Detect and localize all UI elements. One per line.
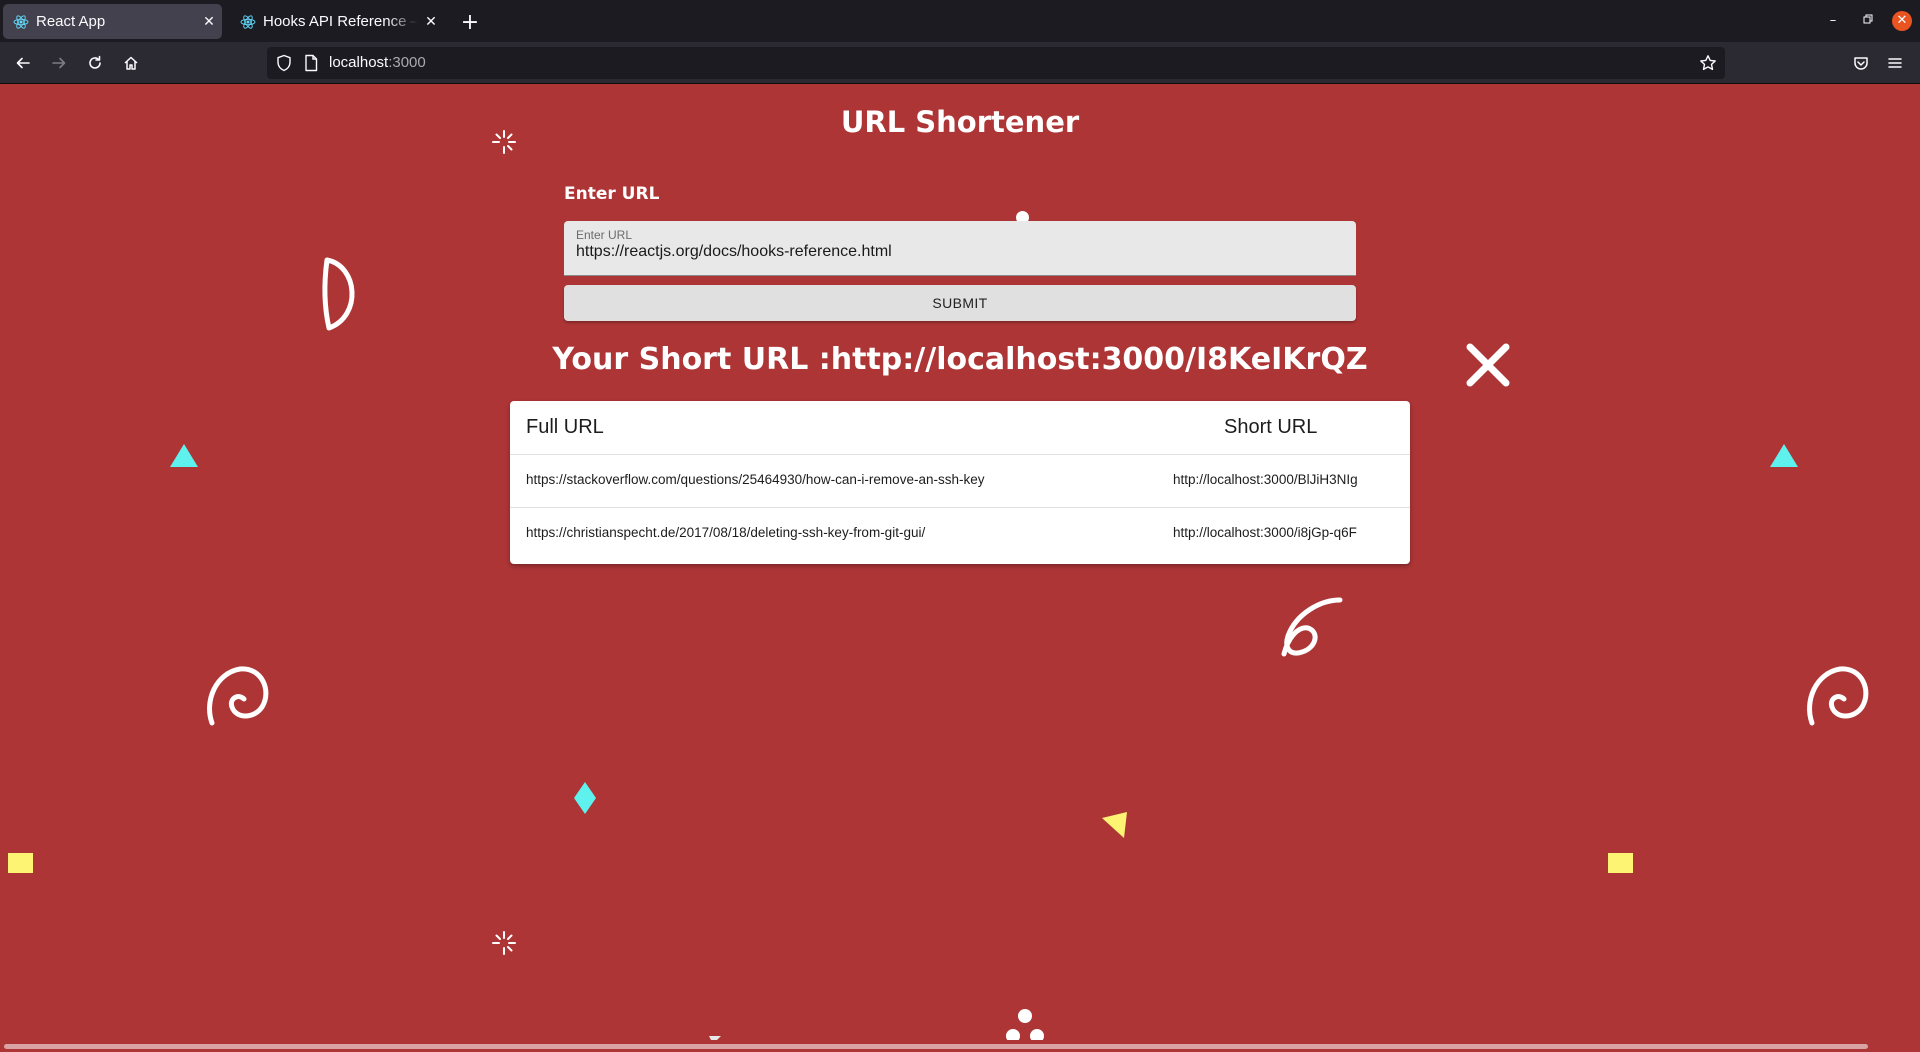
back-arrow-icon[interactable] — [9, 49, 37, 77]
restore-icon[interactable] — [1857, 10, 1879, 32]
full-url-cell: https://stackoverflow.com/questions/2546… — [526, 472, 985, 487]
sparkle-confetti-icon — [492, 931, 516, 955]
horizontal-scrollbar[interactable] — [0, 1040, 1920, 1052]
page-icon[interactable] — [303, 54, 319, 72]
home-icon[interactable] — [117, 49, 145, 77]
submit-button[interactable]: SUBMIT — [564, 285, 1356, 321]
tab-close-icon[interactable]: ✕ — [196, 13, 222, 30]
pocket-icon[interactable] — [1847, 49, 1875, 77]
url-text[interactable]: localhost:3000 — [329, 54, 426, 71]
half-circle-confetti-icon — [322, 257, 355, 331]
short-url-cell[interactable]: http://localhost:3000/BlJiH3NIg — [1173, 472, 1358, 487]
reload-icon[interactable] — [81, 49, 109, 77]
tab-title: React App — [36, 13, 106, 30]
forward-arrow-icon[interactable] — [45, 49, 73, 77]
url-input-field[interactable]: Enter URL — [564, 221, 1356, 276]
url-host: localhost — [329, 54, 389, 71]
page-content: URL Shortener Enter URL Enter URL SUBMIT… — [0, 84, 1920, 1052]
scrollbar-thumb[interactable] — [4, 1044, 1868, 1049]
short-url-result: Your Short URL :http://localhost:3000/I8… — [552, 342, 1368, 377]
triangle-confetti-icon — [170, 444, 198, 467]
enter-url-label: Enter URL — [564, 184, 660, 204]
page-title: URL Shortener — [840, 105, 1080, 139]
triangle-confetti-icon — [1102, 812, 1127, 838]
spiral-confetti-icon — [1807, 666, 1869, 726]
loop-confetti-icon — [1281, 597, 1343, 657]
address-bar[interactable]: localhost:3000 — [267, 47, 1725, 79]
react-favicon-icon — [13, 14, 29, 29]
table-row: https://stackoverflow.com/questions/2546… — [510, 455, 1410, 508]
url-table: Full URL Short URL https://stackoverflow… — [510, 401, 1410, 564]
diamond-confetti-icon — [574, 782, 596, 814]
table-row: https://christianspecht.de/2017/08/18/de… — [510, 508, 1410, 561]
new-tab-plus-icon[interactable]: + — [456, 8, 484, 36]
window-close-icon[interactable]: ✕ — [1892, 11, 1912, 31]
react-favicon-icon — [240, 14, 256, 29]
shield-icon[interactable] — [275, 54, 293, 72]
tab-react-app[interactable]: React App ✕ — [3, 4, 222, 39]
tab-hooks-api-reference[interactable]: Hooks API Reference – React ✕ — [230, 4, 444, 39]
triangle-confetti-icon — [1770, 444, 1798, 467]
short-url-cell[interactable]: http://localhost:3000/i8jGp-q6F — [1173, 525, 1357, 540]
url-input[interactable] — [576, 243, 1336, 261]
square-confetti-icon — [1608, 853, 1633, 873]
column-header-short-url: Short URL — [1224, 416, 1318, 438]
url-port: :3000 — [388, 54, 426, 71]
bookmark-star-icon[interactable] — [1699, 54, 1717, 72]
square-confetti-icon — [8, 853, 33, 873]
column-header-full-url: Full URL — [526, 416, 604, 438]
tab-close-icon[interactable]: ✕ — [418, 13, 444, 30]
spiral-confetti-icon — [207, 666, 269, 726]
tab-title: Hooks API Reference – React — [263, 13, 418, 30]
hamburger-menu-icon[interactable] — [1881, 49, 1909, 77]
minimize-icon[interactable]: – — [1822, 10, 1844, 32]
url-input-floating-label: Enter URL — [576, 228, 633, 242]
full-url-cell: https://christianspecht.de/2017/08/18/de… — [526, 525, 926, 540]
tab-bar: React App ✕ Hooks API Reference – React … — [0, 0, 1920, 42]
table-header: Full URL Short URL — [510, 401, 1410, 455]
